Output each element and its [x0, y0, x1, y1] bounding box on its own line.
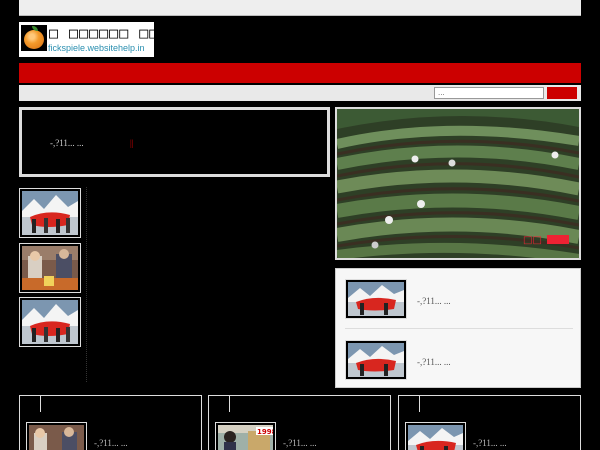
card-tab: [419, 395, 420, 412]
bottom-card: -,?11... ...: [19, 395, 202, 450]
search-button[interactable]: [547, 87, 577, 99]
related-list: -,?11... ... -,?11... ...: [335, 268, 581, 388]
thumb-badge: 1998: [257, 428, 273, 436]
card-tab: [229, 395, 230, 412]
list-item[interactable]: -,?11... ...: [345, 330, 573, 382]
thumb-item[interactable]: [19, 243, 81, 293]
site-logo[interactable]: □ □□□□□□ □□ fickspiele.websitehelp.in: [19, 22, 158, 57]
card-title[interactable]: -,?11... ...: [94, 438, 128, 448]
card-tab: [40, 395, 41, 412]
list-item-title[interactable]: -,?11... ...: [417, 296, 451, 306]
card-title[interactable]: -,?11... ...: [473, 438, 507, 448]
featured-marker: ||: [130, 138, 134, 148]
site-url[interactable]: fickspiele.websitehelp.in: [48, 43, 145, 53]
list-item-title[interactable]: -,?11... ...: [417, 357, 451, 367]
featured-box: -,?11... ... ||: [19, 107, 330, 177]
card-title[interactable]: -,?11... ...: [283, 438, 317, 448]
thumb-item[interactable]: [19, 297, 81, 347]
search-input[interactable]: ...: [434, 87, 544, 99]
card-thumb[interactable]: [405, 422, 466, 450]
photo-watermark: □□: [523, 235, 542, 246]
site-title: □ □□□□□□ □□: [49, 24, 160, 42]
search-bar: ...: [19, 85, 581, 101]
divider: [345, 328, 573, 329]
thumb-item[interactable]: [19, 188, 81, 238]
card-thumb[interactable]: [26, 422, 87, 450]
list-item-thumb[interactable]: [345, 340, 407, 380]
featured-photo[interactable]: □□: [335, 107, 581, 260]
divider: [86, 187, 88, 382]
orange-logo-icon: [21, 25, 47, 51]
bottom-card: 1998 -,?11... ...: [208, 395, 391, 450]
bottom-card: -,?11... ...: [398, 395, 581, 450]
list-item[interactable]: -,?11... ...: [345, 269, 573, 321]
featured-link[interactable]: -,?11... ...: [50, 138, 84, 148]
card-thumb[interactable]: 1998: [215, 422, 276, 450]
top-bar: [19, 0, 581, 16]
main-nav-bar: [19, 63, 581, 83]
list-item-thumb[interactable]: [345, 279, 407, 319]
